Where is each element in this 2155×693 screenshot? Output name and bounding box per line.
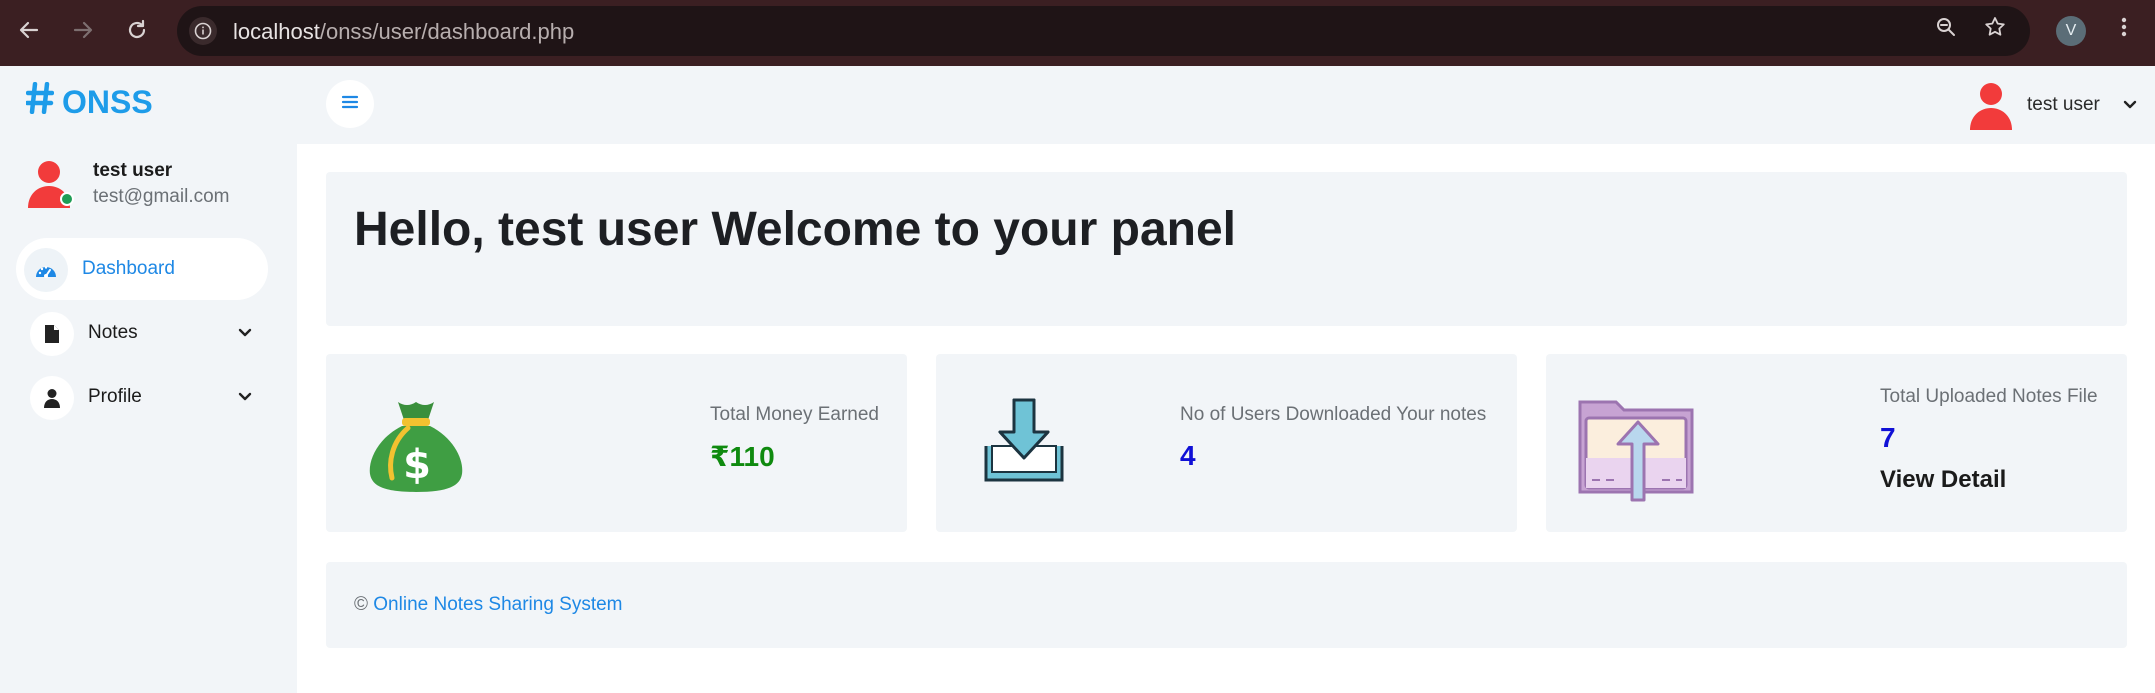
sidebar-item-label: Notes [88,322,138,343]
browser-menu-icon[interactable] [2110,13,2138,41]
file-icon [30,312,74,356]
footer-link[interactable]: Online Notes Sharing System [373,594,622,615]
chevron-down-icon [236,324,254,342]
browser-toolbar: localhost/onss/user/dashboard.php V [0,0,2155,66]
copyright: © Online Notes Sharing System [354,594,623,616]
sidebar-user-name: test user [93,160,173,181]
sidebar: ONSS test user test@gmail.com Dashboard … [0,66,297,693]
hamburger-icon [341,94,359,115]
online-status-dot [60,192,74,206]
zoom-icon[interactable] [1932,13,1960,41]
topbar: test user [297,66,2155,144]
brand-name: ONSS [62,83,153,120]
view-detail-link[interactable]: View Detail [1880,466,2006,494]
sidebar-user: test user test@gmail.com [25,156,285,216]
sidebar-item-dashboard[interactable]: Dashboard [16,238,268,300]
money-bag-icon: $ [366,396,466,499]
browser-profile-avatar[interactable]: V [2056,16,2086,46]
stat-value: 7 [1880,422,1896,453]
welcome-card: Hello, test user Welcome to your panel [326,172,2127,326]
sidebar-item-notes[interactable]: Notes [22,302,268,364]
stat-label: Total Money Earned [710,404,879,425]
hash-icon [24,81,55,122]
folder-upload-icon [1576,396,1698,507]
stat-label: No of Users Downloaded Your notes [1180,404,1487,425]
url-host: localhost [233,19,320,44]
dashboard-gauge-icon [24,248,68,292]
brand-logo[interactable]: ONSS [24,81,153,122]
stat-card-uploads: Total Uploaded Notes File 7 View Detail [1546,354,2127,532]
user-dropdown[interactable]: test user [1967,78,2147,132]
stat-card-money: $ Total Money Earned ₹110 [326,354,907,532]
stat-card-downloads: No of Users Downloaded Your notes 4 [936,354,1517,532]
user-icon [30,376,74,420]
site-info-icon[interactable] [189,17,217,45]
stat-label: Total Uploaded Notes File [1880,386,2098,407]
url-path: /onss/user/dashboard.php [319,19,575,44]
svg-text:$: $ [403,442,431,488]
avatar [1967,78,2017,130]
back-icon[interactable] [11,12,47,48]
address-bar[interactable]: localhost/onss/user/dashboard.php [177,6,2030,56]
sidebar-item-label: Dashboard [82,258,175,279]
forward-icon[interactable] [65,12,101,48]
topbar-user-name: test user [2027,94,2100,115]
copyright-symbol: © [354,594,368,615]
sidebar-user-email: test@gmail.com [93,186,230,207]
chevron-down-icon [236,388,254,406]
stat-value: ₹110 [710,441,775,472]
reload-icon[interactable] [119,12,155,48]
sidebar-item-profile[interactable]: Profile [22,366,268,428]
footer: © Online Notes Sharing System [326,562,2127,648]
page-title: Hello, test user Welcome to your panel [354,203,1236,256]
download-icon [984,398,1064,489]
chevron-down-icon [2121,96,2139,114]
stat-value: 4 [1180,440,1196,471]
url-text: localhost/onss/user/dashboard.php [233,19,574,45]
bookmark-star-icon[interactable] [1981,13,2009,41]
profile-initial: V [2065,22,2077,39]
menu-toggle-button[interactable] [326,80,374,128]
sidebar-item-label: Profile [88,386,142,407]
